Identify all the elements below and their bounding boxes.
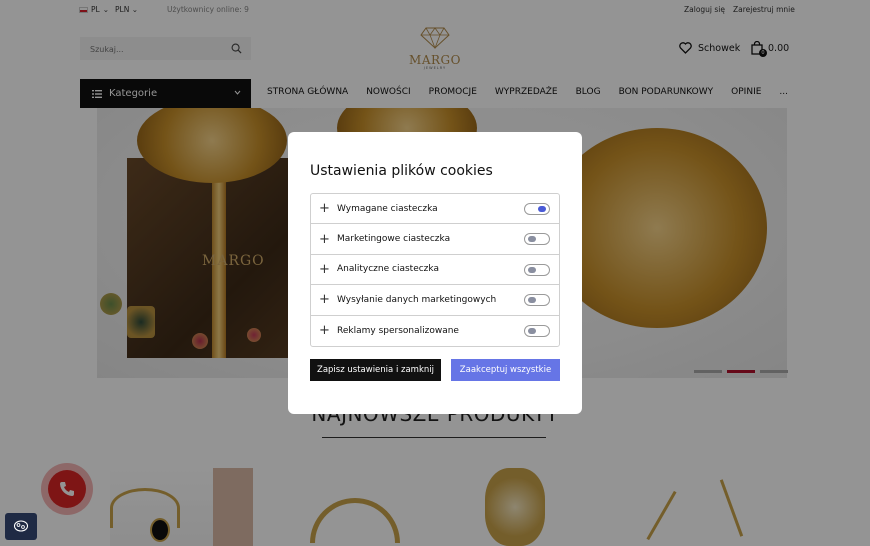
cookie-toggle-analytics[interactable]: [524, 263, 550, 276]
toggle-knob: [528, 327, 536, 334]
cookie-settings-icon: [13, 520, 29, 532]
cookie-settings-button[interactable]: [5, 513, 37, 540]
toggle-knob: [538, 206, 546, 212]
modal-title: Ustawienia plików cookies: [310, 163, 493, 179]
save-and-close-button[interactable]: Zapisz ustawienia i zamknij: [310, 359, 441, 381]
expand-plus-icon[interactable]: +: [319, 233, 337, 246]
cookie-option-label: Reklamy spersonalizowane: [337, 325, 459, 336]
cookie-option-label: Wysyłanie danych marketingowych: [337, 294, 497, 305]
cookie-option-label: Wymagane ciasteczka: [337, 203, 438, 214]
cookie-toggle-marketing[interactable]: [524, 233, 550, 246]
expand-plus-icon[interactable]: +: [319, 263, 337, 276]
cookie-toggle-required[interactable]: [524, 203, 550, 215]
toggle-knob: [528, 266, 536, 273]
accept-all-button[interactable]: Zaakceptuj wszystkie: [451, 359, 560, 381]
cookie-option-marketing[interactable]: + Marketingowe ciasteczka: [311, 224, 559, 255]
cookie-option-analytics[interactable]: + Analityczne ciasteczka: [311, 255, 559, 286]
cookie-option-label: Analityczne ciasteczka: [337, 264, 439, 275]
expand-plus-icon[interactable]: +: [319, 293, 337, 306]
cookie-option-required[interactable]: + Wymagane ciasteczka: [311, 194, 559, 225]
cookie-option-personalized-ads[interactable]: + Reklamy spersonalizowane: [311, 316, 559, 346]
expand-plus-icon[interactable]: +: [319, 324, 337, 337]
expand-plus-icon[interactable]: +: [319, 202, 337, 215]
cookie-option-marketing-data[interactable]: + Wysyłanie danych marketingowych: [311, 285, 559, 316]
toggle-knob: [528, 236, 536, 243]
cookie-settings-modal: Ustawienia plików cookies + Wymagane cia…: [288, 132, 582, 414]
cookie-option-label: Marketingowe ciasteczka: [337, 234, 451, 245]
cookie-toggle-marketing-data[interactable]: [524, 294, 550, 307]
cookie-options-list: + Wymagane ciasteczka + Marketingowe cia…: [310, 193, 560, 347]
cookie-toggle-personalized-ads[interactable]: [524, 324, 550, 337]
toggle-knob: [528, 297, 536, 304]
